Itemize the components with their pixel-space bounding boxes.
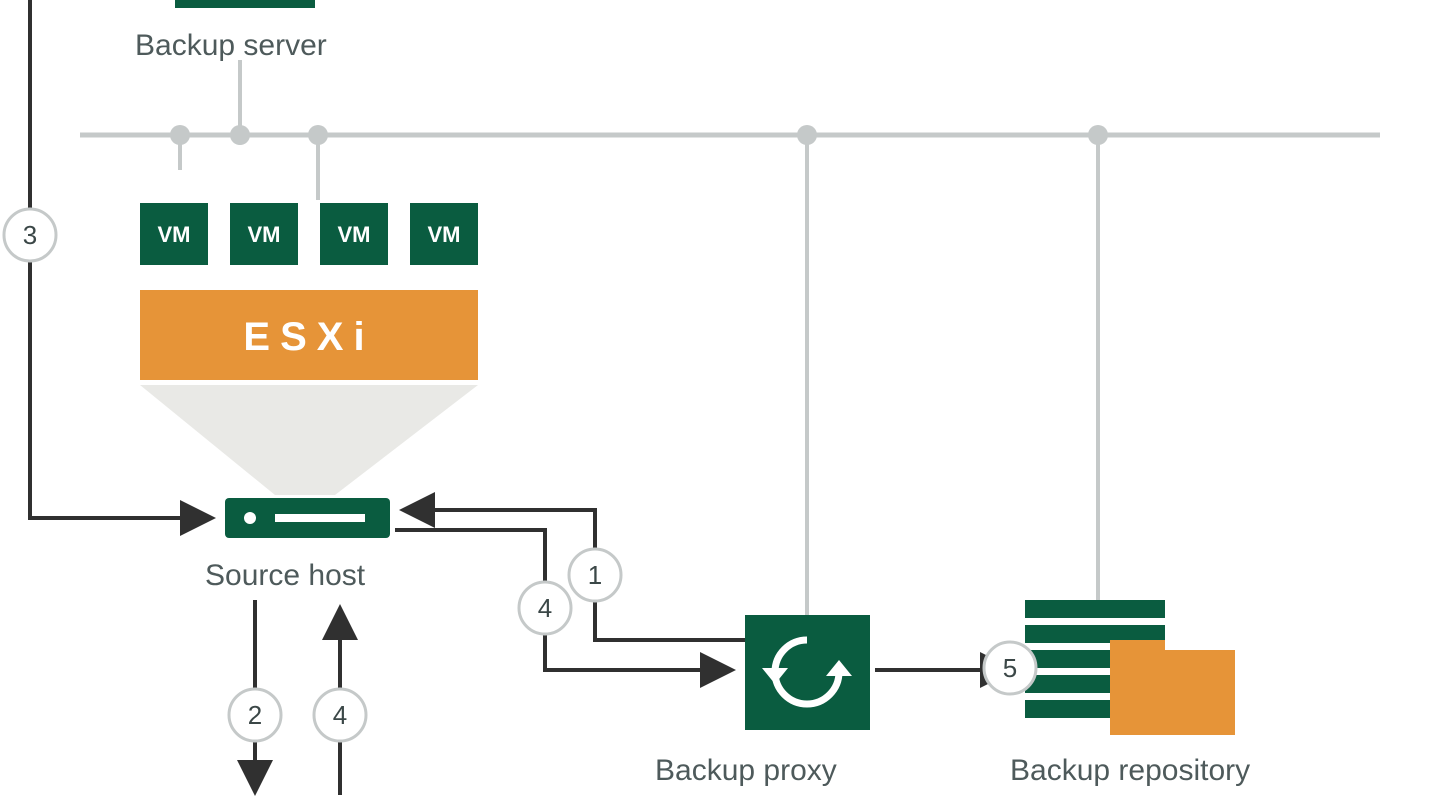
source-host-icon bbox=[225, 498, 390, 538]
vm-label-1: VM bbox=[158, 222, 191, 247]
vm-label-4: VM bbox=[428, 222, 461, 247]
backup-proxy-icon bbox=[745, 615, 870, 730]
step-4b-num: 4 bbox=[333, 700, 347, 730]
funnel bbox=[140, 385, 478, 495]
step-1-num: 1 bbox=[588, 560, 602, 590]
esxi-label: ESXi bbox=[243, 315, 374, 359]
backup-server-label: Backup server bbox=[135, 29, 327, 62]
step-2-num: 2 bbox=[248, 700, 262, 730]
vm-label-2: VM bbox=[248, 222, 281, 247]
backup-repository-label: Backup repository bbox=[1010, 754, 1250, 787]
backup-proxy-label: Backup proxy bbox=[655, 754, 837, 787]
step-5-num: 5 bbox=[1003, 653, 1017, 683]
step-3-num: 3 bbox=[23, 220, 37, 250]
backup-repository-icon bbox=[1025, 600, 1235, 735]
vm-group: VM VM VM VM bbox=[140, 203, 478, 265]
source-host-label: Source host bbox=[205, 559, 366, 592]
vm-label-3: VM bbox=[338, 222, 371, 247]
step-4a-num: 4 bbox=[538, 593, 552, 623]
bus-node-host bbox=[308, 125, 328, 145]
backup-server-icon bbox=[175, 0, 315, 8]
